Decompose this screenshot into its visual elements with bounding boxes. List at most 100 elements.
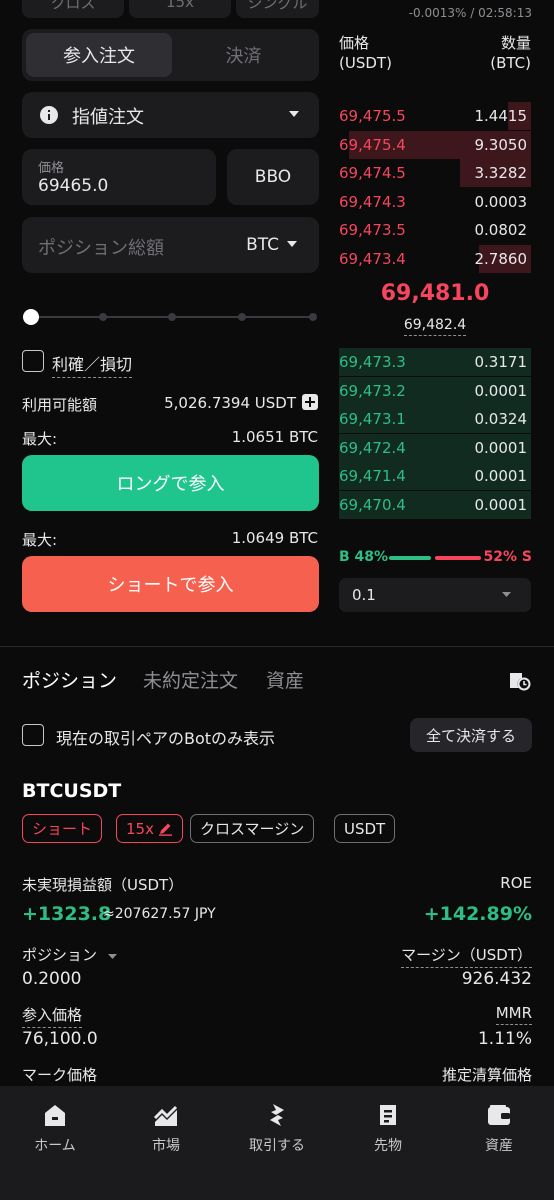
edit-icon (158, 823, 172, 836)
pnl-label: 未実現損益額（USDT） (22, 876, 184, 894)
max-long-value: 1.0651 BTC (231, 428, 318, 446)
price-header: 価格 (339, 34, 370, 52)
short-button[interactable]: ショートで参入 (22, 556, 319, 612)
bid-qty: 0.0001 (474, 496, 528, 514)
leverage-tag[interactable]: 15x (116, 814, 183, 843)
mmr-label[interactable]: MMR (495, 1004, 532, 1025)
long-button[interactable]: ロングで参入 (22, 455, 319, 511)
tpsl-checkbox[interactable] (22, 350, 44, 372)
ask-price: 69,475.5 (339, 107, 406, 125)
nav-home[interactable]: ホーム (0, 1102, 110, 1155)
last-price[interactable]: 69,481.0 (339, 281, 531, 306)
position-mode-pill[interactable]: シングル (236, 0, 319, 18)
mark-price[interactable]: 69,482.4 (339, 317, 531, 336)
caret-down-icon (502, 592, 511, 597)
order-type-select[interactable]: 指値注文 (22, 92, 319, 138)
buy-ratio-label: B 48% (339, 549, 389, 565)
futures-icon (380, 1105, 396, 1125)
slider-mark-100[interactable] (309, 313, 317, 321)
ask-row[interactable]: 69,475.4 9.3050 (339, 130, 531, 159)
price-field[interactable]: 価格 69465.0 (22, 149, 216, 205)
sell-ratio-label: 52% S (483, 549, 532, 565)
bid-row[interactable]: 69,471.4 0.0001 (339, 462, 531, 491)
nav-futures[interactable]: 先物 (333, 1102, 443, 1155)
tab-open-orders[interactable]: 未約定注文 (143, 666, 238, 693)
max-long-label: 最大: (22, 430, 58, 448)
tab-close-order[interactable]: 決済 (172, 33, 315, 77)
position-size-value: 0.2000 (22, 969, 82, 989)
bid-row[interactable]: 69,473.3 0.3171 (339, 348, 531, 376)
precision-select[interactable]: 0.1 (339, 578, 531, 612)
ask-row[interactable]: 69,473.4 2.7860 (339, 245, 531, 273)
margin-mode-label: クロス (50, 0, 96, 12)
roe-value: +142.89% (423, 903, 532, 925)
slider-mark-50[interactable] (168, 313, 176, 321)
order-type-label: 指値注文 (72, 107, 144, 128)
position-size-placeholder[interactable]: ポジション総額 (38, 234, 164, 260)
leverage-label: 15x (166, 0, 194, 11)
bid-qty: 0.3171 (474, 353, 528, 371)
position-symbol[interactable]: BTCUSDT (22, 780, 121, 802)
tpsl-label[interactable]: 利確／損切 (52, 351, 133, 378)
ask-row[interactable]: 69,473.5 0.0802 (339, 216, 531, 244)
chart-icon (153, 1105, 178, 1126)
position-size-label[interactable]: ポジション (22, 944, 117, 965)
margin-mode-pill[interactable]: クロス (22, 0, 124, 18)
nav-assets-label: 資産 (485, 1138, 513, 1154)
section-divider (0, 646, 554, 647)
side-tag: ショート (22, 814, 103, 843)
ask-row[interactable]: 69,474.3 0.0003 (339, 188, 531, 216)
close-all-button[interactable]: 全て決済する (410, 718, 532, 752)
bid-row[interactable]: 69,473.2 0.0001 (339, 376, 531, 405)
qty-header-unit: (BTC) (490, 54, 531, 72)
position-size-label-text: ポジション (22, 946, 98, 964)
mmr-value: 1.11% (477, 1029, 532, 1049)
tab-positions[interactable]: ポジション (22, 666, 117, 693)
bid-row[interactable]: 69,470.4 0.0001 (339, 491, 531, 519)
roe-label: ROE (500, 874, 532, 892)
bbo-button[interactable]: BBO (227, 149, 319, 205)
bid-row[interactable]: 69,473.1 0.0324 (339, 405, 531, 434)
slider-mark-25[interactable] (99, 313, 107, 321)
orderbook-header: 価格 (USDT) 数量 (BTC) (339, 32, 531, 72)
bid-price: 69,473.3 (339, 353, 406, 371)
bot-filter-label: 現在の取引ペアのBotのみ表示 (56, 729, 276, 748)
nav-market[interactable]: 市場 (111, 1102, 221, 1155)
home-icon (45, 1105, 65, 1126)
slider-mark-75[interactable] (238, 313, 246, 321)
buy-ratio-bar (389, 556, 431, 560)
tab-assets[interactable]: 資産 (266, 666, 304, 693)
ask-qty: 0.0003 (474, 192, 528, 211)
leverage-tag-label: 15x (126, 819, 154, 838)
nav-home-label: ホーム (34, 1138, 76, 1154)
bid-price: 69,470.4 (339, 496, 406, 514)
leverage-pill[interactable]: 15x (129, 0, 231, 18)
pnl-value: +1323.8 (22, 903, 112, 925)
nav-assets[interactable]: 資産 (444, 1102, 554, 1155)
margin-label[interactable]: マージン（USDT） (401, 944, 532, 968)
ask-row[interactable]: 69,475.5 1.4415 (339, 102, 531, 130)
entry-price-label[interactable]: 参入価格 (22, 1004, 83, 1028)
position-size-field[interactable]: ポジション総額 BTC (22, 217, 319, 273)
caret-down-icon (287, 241, 297, 247)
bid-row[interactable]: 69,472.4 0.0001 (339, 433, 531, 462)
liq-price-label[interactable]: 推定清算価格 (441, 1064, 532, 1088)
ask-qty: 0.0802 (474, 221, 528, 240)
price-field-label: 価格 (38, 161, 65, 176)
size-unit-label[interactable]: BTC (246, 235, 279, 255)
bid-qty: 0.0324 (474, 410, 528, 429)
size-slider-thumb[interactable] (23, 309, 39, 325)
nav-market-label: 市場 (152, 1138, 180, 1154)
transfer-plus-icon[interactable] (302, 394, 318, 410)
bot-filter-checkbox[interactable] (22, 724, 44, 746)
price-input[interactable]: 69465.0 (38, 176, 108, 196)
mark-price-label[interactable]: マーク価格 (22, 1064, 98, 1088)
tab-open-order[interactable]: 参入注文 (26, 33, 172, 77)
bid-price: 69,473.1 (339, 410, 406, 429)
history-icon[interactable] (507, 668, 531, 692)
ask-price: 69,473.5 (339, 221, 406, 240)
nav-trade[interactable]: 取引する (222, 1102, 332, 1155)
ask-price: 69,474.3 (339, 192, 406, 211)
ask-row[interactable]: 69,474.5 3.3282 (339, 159, 531, 188)
trade-icon (270, 1104, 284, 1126)
